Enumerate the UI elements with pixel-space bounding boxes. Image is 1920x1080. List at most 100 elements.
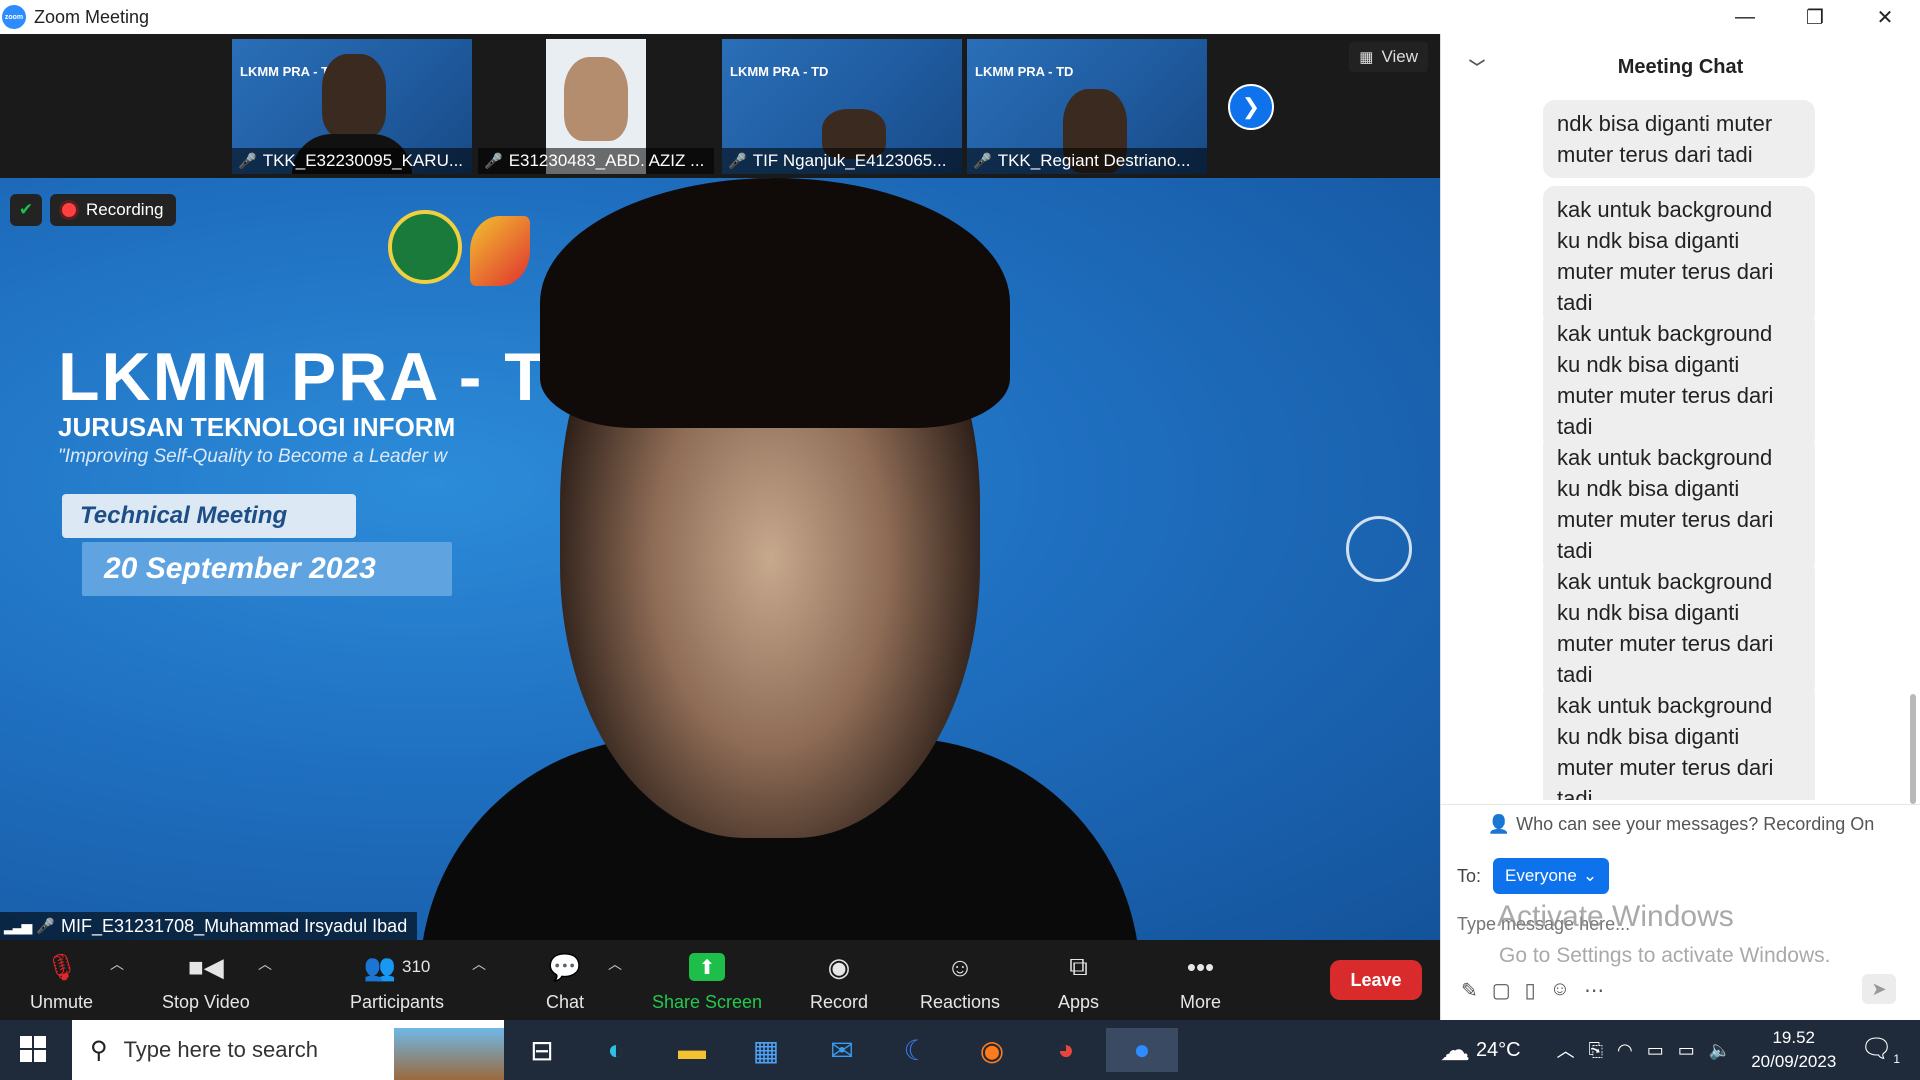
thumbnail-slide-text: LKMM PRA - TD [975, 64, 1074, 79]
to-label: To: [1457, 865, 1482, 886]
slide-tagline: "Improving Self-Quality to Become a Lead… [58, 446, 448, 467]
next-page-button[interactable]: ❯ [1228, 84, 1274, 130]
search-highlight-image [394, 1028, 504, 1080]
recipient-dropdown[interactable]: Everyone ⌄ [1493, 858, 1610, 894]
file-icon[interactable]: ▯ [1525, 978, 1536, 1003]
mic-muted-icon: 🎤 [238, 153, 257, 170]
participant-label: 🎤 TIF Nganjuk_E4123065... [722, 148, 962, 174]
mail-icon[interactable]: ✉ [820, 1028, 864, 1072]
clock-time: 19.52 [1772, 1028, 1816, 1047]
chat-message: ndk bisa diganti muter muter terus dari … [1543, 100, 1815, 178]
microsoft-store-icon[interactable]: ▦ [744, 1028, 788, 1072]
record-label: Record [810, 992, 869, 1012]
apps-label: Apps [1058, 992, 1100, 1012]
chat-message: kak untuk background ku ndk bisa diganti… [1543, 434, 1815, 574]
chevron-down-icon: ⌄ [1582, 866, 1598, 885]
recording-badge[interactable]: Recording [50, 194, 176, 226]
speaker-label: ▂▃▅ 🎤 MIF_E31231708_Muhammad Irsyadul Ib… [0, 912, 418, 940]
mic-muted-icon: 🎤 [973, 153, 992, 170]
campus-logo-icon [470, 216, 530, 286]
participants-options-caret-icon[interactable]: ︿ [472, 954, 486, 974]
weather-cloud-icon[interactable]: ☁ [1440, 1033, 1470, 1068]
minimize-button[interactable]: — [1710, 0, 1780, 34]
participants-button[interactable]: 👥 310 Participants [350, 950, 444, 1013]
record-button[interactable]: ◉ Record [810, 950, 868, 1013]
chat-options-caret-icon[interactable]: ︿ [608, 954, 622, 974]
view-button[interactable]: ▦ View [1349, 42, 1428, 72]
chevron-up-icon[interactable]: ︿ [1557, 1037, 1575, 1063]
send-button[interactable]: ➤ [1862, 974, 1896, 1004]
display-icon[interactable]: ▭ [1647, 1040, 1664, 1061]
unmute-button[interactable]: 🎙 Unmute [30, 950, 93, 1013]
audio-options-caret-icon[interactable]: ︿ [110, 954, 124, 974]
more-button[interactable]: ••• More [1180, 950, 1221, 1013]
participants-icon: 👥 310 [363, 951, 431, 982]
mic-muted-icon: 🎤 [36, 918, 55, 935]
participant-name: TIF Nganjuk_E4123065... [752, 151, 947, 170]
zoom-taskbar-icon[interactable]: ● [1106, 1028, 1178, 1072]
firefox-icon[interactable]: ◉ [970, 1028, 1014, 1072]
chat-message: kak untuk background ku ndk bisa diganti… [1543, 682, 1815, 800]
emoji-icon[interactable]: ☺ [1550, 978, 1570, 1003]
chat-message: kak untuk background ku ndk bisa diganti… [1543, 558, 1815, 698]
chrome-icon[interactable]: ◕ [1044, 1028, 1088, 1072]
moon-app-icon[interactable]: ☾ [894, 1028, 938, 1072]
stop-video-button[interactable]: ■◀ Stop Video [162, 950, 250, 1013]
participant-strip: LKMM PRA - TD 🎤 TKK_E32230095_KARU... 🎤 … [0, 34, 1440, 178]
recording-label: Recording [86, 200, 164, 219]
message-visibility-notice[interactable]: 👤 Who can see your messages? Recording O… [1441, 804, 1920, 844]
file-explorer-icon[interactable]: ▬ [670, 1028, 714, 1072]
participant-label: 🎤 TKK_Regiant Destriano... [967, 148, 1207, 174]
search-icon: ⚲ [90, 1036, 108, 1064]
video-options-caret-icon[interactable]: ︿ [258, 954, 272, 974]
chevron-down-icon[interactable]: ﹀ [1469, 54, 1485, 78]
participant-face [564, 57, 628, 141]
participant-thumbnail[interactable]: LKMM PRA - TD 🎤 TKK_E32230095_KARU... [232, 39, 472, 174]
task-view-icon[interactable]: ⊟ [520, 1028, 564, 1072]
chat-scrollbar[interactable] [1910, 694, 1916, 804]
wifi-icon[interactable]: ◠ [1617, 1040, 1633, 1061]
slide-title: LKMM PRA - T [58, 339, 548, 415]
mic-muted-icon: 🎤 [728, 153, 747, 170]
recipient-value: Everyone [1505, 866, 1577, 885]
battery-icon[interactable]: ▭ [1678, 1040, 1695, 1061]
temperature[interactable]: 24°C [1476, 1039, 1521, 1062]
participants-label: Participants [350, 992, 445, 1012]
apps-icon: ⧉ [1069, 951, 1088, 981]
leave-button[interactable]: Leave [1330, 960, 1422, 1000]
participant-thumbnail[interactable]: LKMM PRA - TD 🎤 TKK_Regiant Destriano... [967, 39, 1207, 174]
participant-name: E31230483_ABD. AZIZ ... [508, 151, 705, 170]
participant-thumbnail[interactable]: LKMM PRA - TD 🎤 TIF Nganjuk_E4123065... [722, 39, 962, 174]
activate-windows-subtitle: Go to Settings to activate Windows. [1499, 944, 1831, 967]
video-area: LKMM PRA - TD 🎤 TKK_E32230095_KARU... 🎤 … [0, 34, 1440, 940]
participant-name: TKK_Regiant Destriano... [997, 151, 1191, 170]
chat-message-list: ndk bisa diganti muter muter terus dari … [1441, 100, 1920, 800]
more-dots-icon: ••• [1186, 951, 1215, 982]
volume-icon[interactable]: 🔈 [1709, 1040, 1731, 1061]
video-camera-icon: ■◀ [188, 951, 224, 982]
reactions-button[interactable]: ☺ Reactions [920, 950, 1000, 1013]
restore-button[interactable]: ❐ [1780, 0, 1850, 34]
security-shield-icon[interactable]: ✔ [10, 194, 42, 226]
taskbar-search[interactable]: ⚲ Type here to search [72, 1020, 504, 1080]
share-screen-button[interactable]: ⬆ Share Screen [652, 950, 762, 1013]
person-lock-icon: 👤 [1487, 814, 1511, 834]
close-button[interactable]: ✕ [1850, 0, 1920, 34]
visibility-text: Who can see your messages? Recording On [1516, 814, 1875, 834]
notification-icon[interactable]: 🗨1 [1860, 1033, 1900, 1066]
polije-logo-icon [388, 210, 462, 284]
chat-button[interactable]: 💬 Chat [546, 950, 584, 1013]
reactions-label: Reactions [920, 992, 1001, 1012]
format-icon[interactable]: ✎ [1461, 978, 1478, 1003]
clock[interactable]: 19.52 20/09/2023 [1751, 1026, 1836, 1074]
speaker-hair [540, 178, 1010, 428]
windows-start-icon[interactable] [20, 1036, 48, 1064]
title-bar: zoom Zoom Meeting — ❐ ✕ [0, 0, 1920, 34]
device-icon[interactable]: ⎘ [1589, 1040, 1603, 1061]
window-title: Zoom Meeting [34, 6, 150, 27]
more-dots-icon[interactable]: ⋯ [1584, 978, 1604, 1003]
edge-browser-icon[interactable]: ◐ [594, 1028, 638, 1072]
clock-date: 20/09/2023 [1751, 1052, 1837, 1071]
apps-button[interactable]: ⧉ Apps [1058, 950, 1099, 1013]
screenshot-icon[interactable]: ▢ [1492, 978, 1511, 1003]
